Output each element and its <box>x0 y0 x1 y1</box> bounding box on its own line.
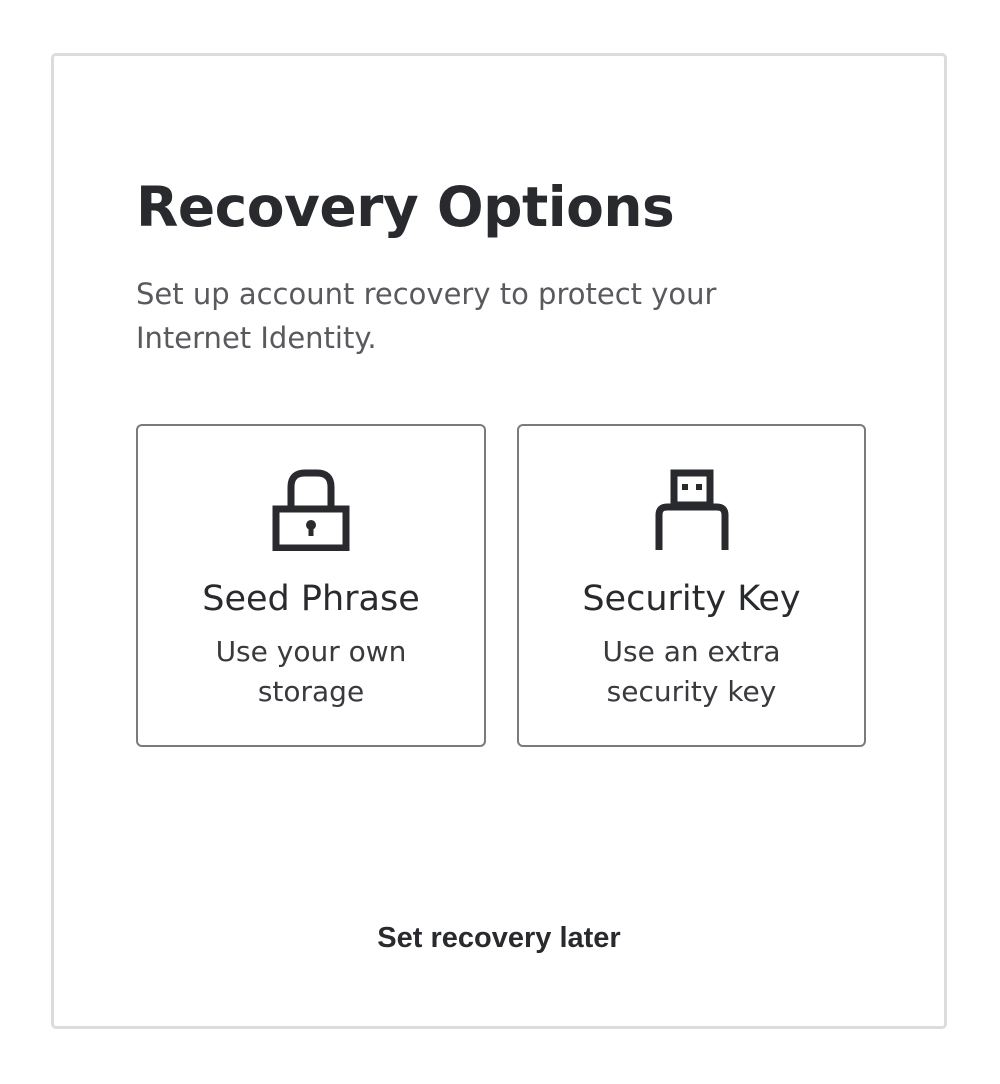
page-title: Recovery Options <box>136 175 675 239</box>
seed-phrase-option-button[interactable]: Seed Phrase Use your own storage <box>136 424 486 747</box>
set-recovery-later-link[interactable]: Set recovery later <box>54 922 944 955</box>
recovery-options-card: Recovery Options Set up account recovery… <box>51 53 947 1029</box>
page-subtitle: Set up account recovery to protect your … <box>136 277 717 355</box>
security-key-option-button[interactable]: Security Key Use an extra security key <box>517 424 866 747</box>
seed-phrase-description: Use your own storage <box>215 635 407 708</box>
security-key-title: Security Key <box>582 579 801 619</box>
usb-key-icon <box>652 469 732 551</box>
set-recovery-later-label: Set recovery later <box>377 922 621 954</box>
lock-icon <box>271 469 351 551</box>
security-key-description: Use an extra security key <box>602 635 781 708</box>
seed-phrase-title: Seed Phrase <box>202 579 420 619</box>
